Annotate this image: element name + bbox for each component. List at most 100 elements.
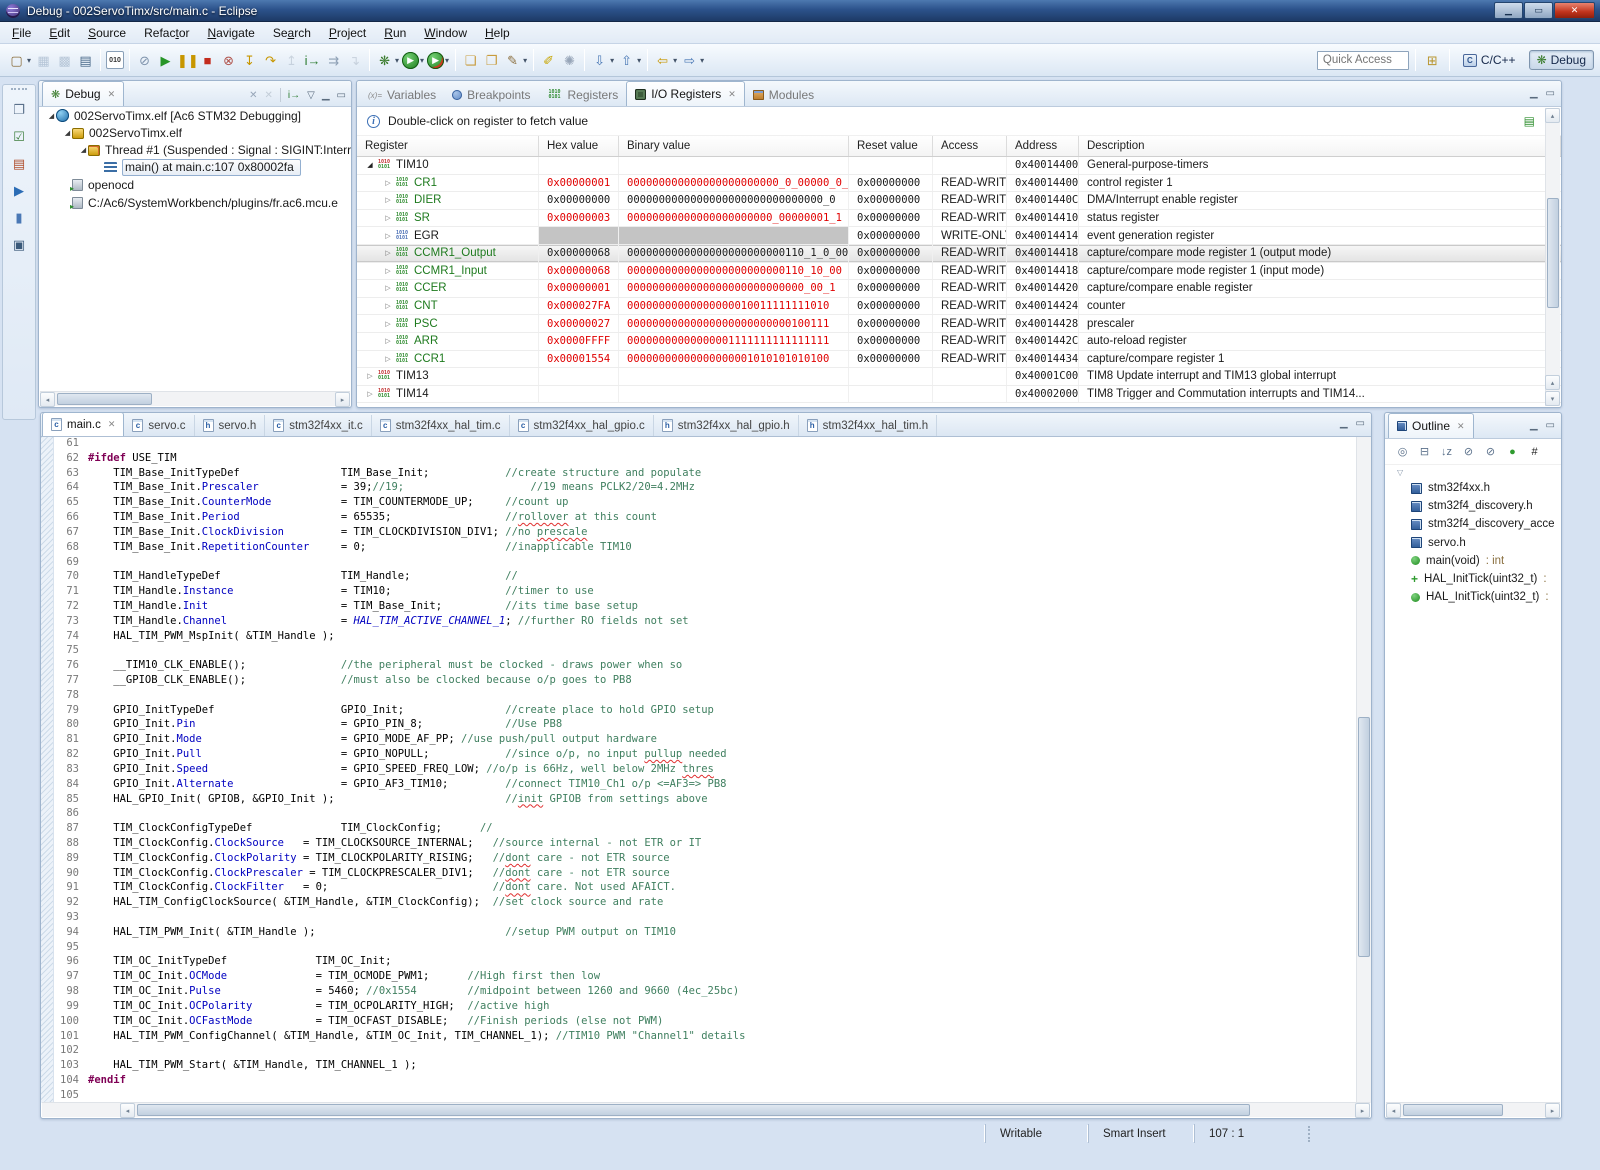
link-with-editor-icon[interactable]: ◎ <box>1395 445 1410 458</box>
close-window-button[interactable]: ✕ <box>1554 2 1595 19</box>
outline-item[interactable]: stm32f4xx.h <box>1385 479 1561 497</box>
terminate-icon[interactable]: ■ <box>198 51 217 70</box>
tab-i-o-registers[interactable]: I/O Registers✕ <box>626 81 745 106</box>
register-row-ccmr1_output[interactable]: ▷10100101CCMR1_Output0x00000068000000000… <box>357 245 1561 263</box>
expand-arrow-icon[interactable]: ▷ <box>383 320 393 328</box>
expand-arrow-icon[interactable]: ▷ <box>383 249 393 257</box>
debug-tree-row[interactable]: ◢002ServoTimx.elf [Ac6 STM32 Debugging] <box>39 107 351 124</box>
code-line-79[interactable]: 79 GPIO_InitTypeDef GPIO_Init; //create … <box>54 704 1356 719</box>
registers-vscrollbar[interactable]: ▴ ▴ ▾ <box>1545 108 1560 406</box>
remove-terminated-icon[interactable]: ✕ <box>249 90 257 101</box>
code-line-99[interactable]: 99 TIM_OC_Init.OCPolarity = TIM_OCPOLARI… <box>54 1000 1356 1015</box>
code-line-76[interactable]: 76 __TIM10_CLK_ENABLE(); //the periphera… <box>54 659 1356 674</box>
code-line-61[interactable]: 61 <box>54 437 1356 452</box>
instruction-stepping-icon[interactable]: i→ <box>303 51 322 70</box>
profile-icon[interactable]: ▶ <box>427 52 444 69</box>
code-line-94[interactable]: 94 HAL_TIM_PWM_Init( &TIM_Handle ); //se… <box>54 926 1356 941</box>
editor-tab-stm32f4xx_hal_gpio-h[interactable]: hstm32f4xx_hal_gpio.h <box>654 415 799 436</box>
code-line-105[interactable]: 105 <box>54 1089 1356 1103</box>
register-row-psc[interactable]: ▷10100101PSC0x00000027000000000000000000… <box>357 315 1561 333</box>
code-line-95[interactable]: 95 <box>54 941 1356 956</box>
menu-project[interactable]: Project <box>320 24 375 42</box>
step-over-icon[interactable]: ↷ <box>261 51 280 70</box>
debug-hscrollbar[interactable]: ◂ ▸ <box>40 391 350 406</box>
code-line-92[interactable]: 92 HAL_TIM_ConfigClockSource( &TIM_Handl… <box>54 896 1356 911</box>
editor-hscrollbar[interactable]: ◂ ▸ <box>42 1102 1370 1117</box>
view-menu-icon[interactable]: ▽ <box>307 90 315 101</box>
code-line-74[interactable]: 74 HAL_TIM_PWM_MspInit( &TIM_Handle ); <box>54 630 1356 645</box>
scroll-left-icon[interactable]: ◂ <box>1386 1103 1401 1118</box>
code-line-83[interactable]: 83 GPIO_Init.Speed = GPIO_SPEED_FREQ_LOW… <box>54 763 1356 778</box>
code-line-68[interactable]: 68 TIM_Base_Init.RepetitionCounter = 0; … <box>54 541 1356 556</box>
previous-annotation-icon[interactable]: ⇧ <box>617 51 636 70</box>
column-header-reset-value[interactable]: Reset value <box>849 136 933 156</box>
scroll-right-icon[interactable]: ▸ <box>335 392 350 407</box>
expand-arrow-icon[interactable]: ▷ <box>365 390 375 398</box>
scroll-right-icon[interactable]: ▸ <box>1355 1103 1370 1118</box>
expand-arrow-icon[interactable]: ▷ <box>383 179 393 187</box>
column-header-description[interactable]: Description <box>1079 136 1561 156</box>
code-editor[interactable]: 6162#ifdef USE_TIM63 TIM_Base_InitTypeDe… <box>54 437 1356 1103</box>
collapse-all-icon[interactable]: ⊟ <box>1417 445 1432 458</box>
tab-breakpoints[interactable]: Breakpoints <box>444 84 538 106</box>
console-view-icon[interactable]: ▣ <box>8 234 30 256</box>
expand-arrow-icon[interactable]: ◢ <box>63 129 72 137</box>
next-annotation-icon[interactable]: ⇩ <box>590 51 609 70</box>
expand-arrow-icon[interactable]: ▷ <box>383 196 393 204</box>
code-line-102[interactable]: 102 <box>54 1044 1356 1059</box>
new-class-icon-menu[interactable]: ▾ <box>523 56 527 65</box>
back-icon[interactable]: ⇦ <box>653 51 672 70</box>
step-into-icon[interactable]: ↧ <box>240 51 259 70</box>
profile-icon-menu[interactable]: ▾ <box>445 56 449 65</box>
quick-access-input[interactable] <box>1317 51 1409 70</box>
debug-tree-row[interactable]: main() at main.c:107 0x80002fa <box>39 159 351 176</box>
save-icon[interactable]: ▦ <box>34 51 53 70</box>
open-perspective-icon[interactable]: ⊞ <box>1423 51 1442 70</box>
scroll-up2-icon[interactable]: ▴ <box>1545 375 1560 390</box>
close-icon[interactable]: ✕ <box>728 89 736 100</box>
column-header-binary-value[interactable]: Binary value <box>619 136 849 156</box>
expand-arrow-icon[interactable]: ◢ <box>47 112 56 120</box>
expand-arrow-icon[interactable]: ▷ <box>383 214 393 222</box>
new-wizard-icon[interactable]: ▢ <box>7 51 26 70</box>
new-binary-icon[interactable]: 010 <box>106 51 124 69</box>
code-line-71[interactable]: 71 TIM_Handle.Instance = TIM10; //timer … <box>54 585 1356 600</box>
expand-arrow-icon[interactable]: ▷ <box>383 355 393 363</box>
hide-static-icon[interactable]: ⊘ <box>1483 445 1498 458</box>
run-icon[interactable]: ▶ <box>402 52 419 69</box>
open-folder-icon[interactable]: ❐ <box>482 51 501 70</box>
scroll-thumb[interactable] <box>1358 717 1370 957</box>
scroll-up-icon[interactable]: ▴ <box>1545 108 1560 123</box>
outline-item[interactable]: stm32f4_discovery.h <box>1385 497 1561 515</box>
code-line-101[interactable]: 101 HAL_TIM_PWM_ConfigChannel( &TIM_Hand… <box>54 1030 1356 1045</box>
code-line-87[interactable]: 87 TIM_ClockConfigTypeDef TIM_ClockConfi… <box>54 822 1356 837</box>
code-line-93[interactable]: 93 <box>54 911 1356 926</box>
register-row-dier[interactable]: ▷10100101DIER0x0000000000000000000000000… <box>357 192 1561 210</box>
minimize-view-icon[interactable]: ▁ <box>1530 420 1538 431</box>
code-line-97[interactable]: 97 TIM_OC_Init.OCMode = TIM_OCMODE_PWM1;… <box>54 970 1356 985</box>
remove-all-terminated-icon[interactable]: ✕ <box>265 90 273 101</box>
editor-tab-main-c[interactable]: cmain.c✕ <box>42 412 124 436</box>
annotation-column[interactable] <box>41 437 54 1103</box>
code-line-88[interactable]: 88 TIM_ClockConfig.ClockSource = TIM_CLO… <box>54 837 1356 852</box>
skip-breakpoints-icon[interactable]: ⊘ <box>135 51 154 70</box>
scroll-thumb[interactable] <box>1547 198 1559 308</box>
code-line-90[interactable]: 90 TIM_ClockConfig.ClockPrescaler = TIM_… <box>54 867 1356 882</box>
code-line-91[interactable]: 91 TIM_ClockConfig.ClockFilter = 0; //do… <box>54 881 1356 896</box>
filters-icon[interactable]: # <box>1527 446 1542 458</box>
disconnect-icon[interactable]: ⊗ <box>219 51 238 70</box>
register-row-cnt[interactable]: ▷10100101CNT0x000027FA000000000000000000… <box>357 298 1561 316</box>
scroll-down-icon[interactable]: ▾ <box>1545 391 1560 406</box>
code-line-65[interactable]: 65 TIM_Base_Init.CounterMode = TIM_COUNT… <box>54 496 1356 511</box>
code-line-104[interactable]: 104#endif <box>54 1074 1356 1089</box>
show-logical-structure-icon[interactable]: ⇉ <box>324 51 343 70</box>
code-line-96[interactable]: 96 TIM_OC_InitTypeDef TIM_OC_Init; <box>54 955 1356 970</box>
perspective-cpp-button[interactable]: C C/C++ <box>1456 51 1523 69</box>
step-return-icon[interactable]: ↥ <box>282 51 301 70</box>
code-line-64[interactable]: 64 TIM_Base_Init.Prescaler = 39;//19; //… <box>54 481 1356 496</box>
outline-item[interactable]: main(void) : int <box>1385 552 1561 570</box>
tasks-view-icon[interactable]: ☑ <box>8 126 30 148</box>
register-row-tim10[interactable]: ◢10100101TIM100x40014400General-purpose-… <box>357 157 1561 175</box>
minimize-view-icon[interactable]: ▁ <box>1530 88 1538 99</box>
next-annotation-icon-menu[interactable]: ▾ <box>610 56 614 65</box>
